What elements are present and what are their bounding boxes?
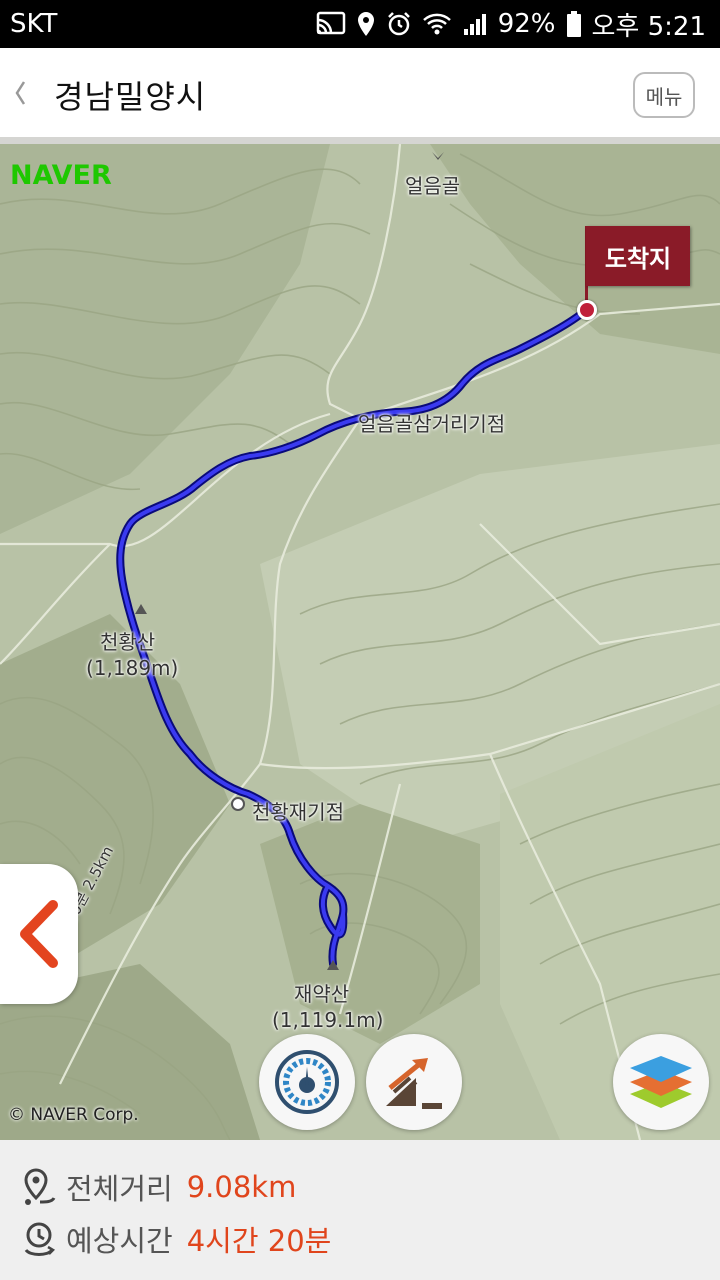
time-value: 4시간 20분 bbox=[186, 1224, 332, 1258]
menu-button[interactable]: 메뉴 bbox=[633, 72, 695, 118]
distance-label: 전체거리 bbox=[66, 1172, 173, 1206]
back-button[interactable] bbox=[0, 48, 40, 138]
location-icon bbox=[357, 12, 374, 36]
layers-icon bbox=[630, 1056, 692, 1108]
time-label: 예상시간 bbox=[66, 1224, 173, 1258]
compass-icon bbox=[275, 1050, 339, 1114]
map-label-junction: 천황재기점 bbox=[252, 800, 344, 824]
chevron-left-icon bbox=[20, 900, 58, 968]
status-bar: SKT 92% 오후 5:21 bbox=[0, 0, 720, 48]
wifi-icon bbox=[422, 13, 451, 35]
map-label-peak-name: 재약산 bbox=[294, 982, 350, 1006]
map-label-peak-name: 천황산 bbox=[100, 630, 156, 654]
compass-button[interactable] bbox=[259, 1034, 355, 1130]
elevation-profile-icon bbox=[386, 1058, 442, 1109]
arrival-pin-icon bbox=[577, 300, 597, 320]
time-estimate-icon bbox=[24, 1222, 56, 1256]
elevation-button[interactable] bbox=[366, 1034, 462, 1130]
chevron-left-icon bbox=[15, 81, 26, 105]
map-label-peak-elevation: (1,189m) bbox=[86, 656, 179, 680]
map-label-peak-elevation: (1,119.1m) bbox=[272, 1008, 384, 1032]
collapse-panel-button[interactable] bbox=[0, 864, 78, 1004]
map-copyright: © NAVER Corp. bbox=[8, 1105, 139, 1125]
app-header: 경남밀양시 메뉴 bbox=[0, 48, 720, 138]
distance-row: 전체거리 9.08km bbox=[22, 1166, 296, 1208]
route-summary-panel: 전체거리 9.08km 예상시간 4시간 20분 bbox=[0, 1140, 720, 1280]
battery-icon bbox=[566, 11, 581, 37]
cast-icon bbox=[316, 11, 345, 35]
time-row: 예상시간 4시간 20분 bbox=[22, 1218, 331, 1260]
carrier-label: SKT bbox=[10, 9, 58, 39]
route-distance-icon bbox=[24, 1168, 56, 1205]
clock: 오후 5:21 bbox=[591, 11, 707, 42]
arrival-flag[interactable]: 도착지 bbox=[586, 226, 690, 286]
map-view[interactable]: NAVER 얼음골 얼음골삼거리기점 천황산 (1,189m) 천황재기점 재약… bbox=[0, 144, 720, 1140]
map-label-junction: 얼음골삼거리기점 bbox=[358, 412, 506, 436]
header-divider bbox=[0, 137, 720, 144]
alarm-icon bbox=[387, 12, 410, 36]
map-label-place: 얼음골 bbox=[405, 174, 461, 198]
signal-icon bbox=[463, 14, 486, 35]
distance-value: 9.08km bbox=[186, 1170, 297, 1204]
layers-button[interactable] bbox=[613, 1034, 709, 1130]
page-title: 경남밀양시 bbox=[54, 78, 207, 116]
naver-logo: NAVER bbox=[10, 160, 112, 191]
battery-percent: 92% bbox=[497, 9, 556, 39]
